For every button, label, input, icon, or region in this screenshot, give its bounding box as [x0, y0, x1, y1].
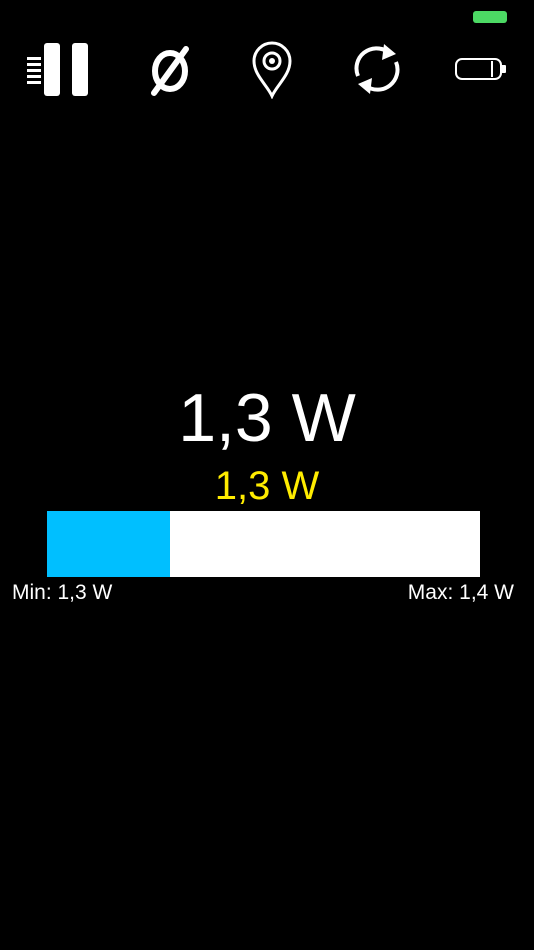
- status-battery-icon: [473, 11, 507, 23]
- battery-button[interactable]: [450, 38, 512, 100]
- toolbar: [0, 38, 534, 100]
- refresh-button[interactable]: [346, 38, 408, 100]
- pause-icon: [23, 41, 93, 97]
- pause-button[interactable]: [22, 38, 94, 100]
- null-icon: [146, 41, 194, 97]
- location-button[interactable]: [246, 38, 298, 100]
- reference-power-value: 1,3 W: [214, 464, 320, 508]
- power-gauge-fill: [47, 511, 171, 577]
- current-power-value: 1,3 W: [178, 380, 356, 456]
- location-pin-icon: [249, 39, 295, 99]
- battery-icon: [452, 56, 510, 82]
- min-power-label: Min: 1,3 W: [12, 581, 113, 604]
- refresh-icon: [348, 40, 406, 98]
- zero-button[interactable]: [142, 38, 198, 100]
- power-gauge: [47, 511, 480, 577]
- max-power-label: Max: 1,4 W: [407, 581, 514, 604]
